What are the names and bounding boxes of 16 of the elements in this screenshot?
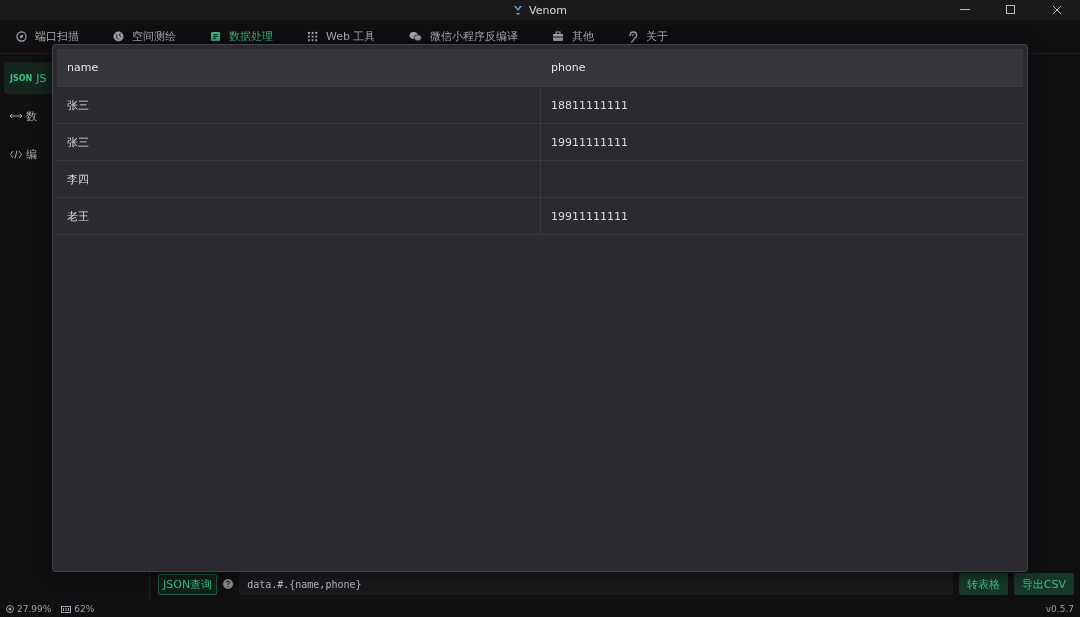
table-cell: 18811111111: [541, 87, 1023, 124]
sidebar-label: 编: [26, 146, 37, 162]
json-label: JSON: [10, 73, 33, 83]
cpu-usage: 27.99%: [17, 604, 52, 614]
sidebar-label: JS: [36, 71, 47, 85]
window-title: Venom: [529, 3, 567, 17]
table-cell: 19911111111: [541, 198, 1023, 235]
query-tag: JSON查询: [158, 573, 218, 595]
table-cell: 李四: [57, 161, 541, 198]
sidebar-label: 数: [26, 108, 37, 124]
table-cell: 老王: [57, 198, 541, 235]
table-cell: 19911111111: [541, 124, 1023, 161]
version-label: v0.5.7: [1045, 604, 1074, 614]
table-cell: 张三: [57, 124, 541, 161]
table-cell: 张三: [57, 87, 541, 124]
memory-usage: 62%: [74, 604, 95, 614]
